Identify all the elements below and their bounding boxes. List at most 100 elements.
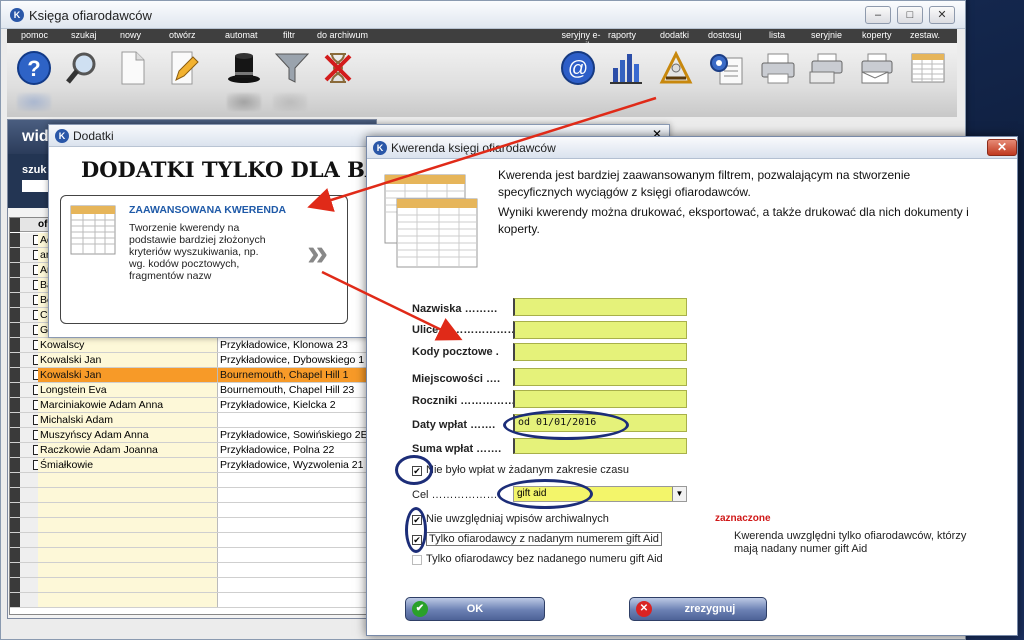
row-marker bbox=[10, 293, 20, 307]
row-address: Przykładowice, Sowińskiego 2E bbox=[218, 428, 370, 442]
addons-window-title: Dodatki bbox=[73, 129, 114, 143]
menu-szukaj[interactable]: szukaj bbox=[71, 29, 97, 42]
menu-automat[interactable]: automat bbox=[225, 29, 258, 42]
table-row-selected[interactable]: Kowalski Jan Bournemouth, Chapel Hill 1 bbox=[10, 368, 370, 383]
print-icon[interactable] bbox=[759, 49, 797, 87]
chevron-right-icon[interactable]: » bbox=[307, 232, 328, 275]
menu-lista[interactable]: lista bbox=[769, 29, 785, 42]
addons-tool-icon[interactable] bbox=[657, 49, 695, 87]
table-row[interactable]: Kowalscy Przykładowice, Klonowa 23 bbox=[10, 338, 370, 353]
advanced-query-card[interactable]: ZAAWANSOWANA KWERENDA Tworzenie kwerendy… bbox=[60, 195, 348, 324]
search-label: szuk bbox=[22, 164, 47, 176]
row-checkbox-cell bbox=[20, 233, 43, 247]
row-address: Bournemouth, Chapel Hill 1 bbox=[218, 368, 370, 382]
search-icon[interactable] bbox=[63, 49, 101, 87]
settings-icon[interactable] bbox=[707, 49, 745, 87]
menu-zestaw[interactable]: zestaw. bbox=[910, 29, 940, 42]
menu-koperty[interactable]: koperty bbox=[862, 29, 892, 42]
row-marker bbox=[10, 308, 20, 322]
svg-text:?: ? bbox=[27, 56, 40, 81]
row-address bbox=[218, 563, 370, 577]
table-row[interactable]: Marciniakowie Adam Anna Przykładowice, Ki… bbox=[10, 398, 370, 413]
row-marker bbox=[10, 338, 20, 352]
field-label-payment-sum: Suma wpłat ……. bbox=[412, 443, 502, 455]
row-marker bbox=[10, 278, 20, 292]
towns-input[interactable] bbox=[513, 368, 687, 386]
row-name: Muszyńscy Adam Anna bbox=[38, 428, 218, 442]
menu-dodatki[interactable]: dodatki bbox=[660, 29, 689, 42]
menu-seryjnie[interactable]: seryjnie bbox=[811, 29, 842, 42]
field-label-postcodes: Kody pocztowe . bbox=[412, 346, 499, 358]
help-icon[interactable]: ? bbox=[15, 49, 53, 87]
description-line: fragmentów nazw bbox=[129, 270, 212, 282]
surnames-input[interactable] bbox=[513, 298, 687, 316]
table-row-empty bbox=[10, 593, 370, 608]
exclude-archive-label: Nie uwzględniaj wpisów archiwalnych bbox=[426, 513, 609, 525]
hat-icon-reflection bbox=[227, 93, 261, 111]
row-checkbox-cell bbox=[20, 263, 43, 277]
print-batch-icon[interactable] bbox=[807, 49, 845, 87]
new-document-icon[interactable] bbox=[113, 49, 151, 87]
row-marker bbox=[10, 563, 20, 577]
table-row[interactable]: Michalski Adam bbox=[10, 413, 370, 428]
row-checkbox-cell bbox=[20, 518, 38, 532]
row-address: Bournemouth, Chapel Hill 23 bbox=[218, 383, 370, 397]
ok-button[interactable]: ✔ OK bbox=[405, 597, 545, 621]
table-row[interactable]: Muszyńscy Adam Anna Przykładowice, Sowińs… bbox=[10, 428, 370, 443]
row-address: Przykładowice, Wyzwolenia 21 bbox=[218, 458, 370, 472]
row-checkbox-cell bbox=[20, 548, 38, 562]
annotation-selected: zaznaczone bbox=[715, 513, 771, 524]
list-icon[interactable] bbox=[909, 49, 947, 87]
annotation-oval-checkbox bbox=[395, 455, 433, 485]
main-titlebar: K Księga ofiarodawców – □ ✕ bbox=[1, 1, 965, 29]
report-chart-icon[interactable] bbox=[607, 49, 645, 87]
addons-heading: DODATKI TYLKO DLA BARI bbox=[81, 157, 409, 182]
query-window-title: Kwerenda księgi ofiarodawców bbox=[391, 141, 556, 155]
menu-bar: pomoc szukaj nowy otwórz automat filtr d… bbox=[7, 29, 957, 50]
envelope-print-icon[interactable] bbox=[857, 49, 895, 87]
menu-pomoc[interactable]: pomoc bbox=[21, 29, 48, 42]
archive-icon[interactable] bbox=[319, 49, 357, 87]
menu-filtr[interactable]: filtr bbox=[283, 29, 295, 42]
cancel-button[interactable]: ✕ zrezygnuj bbox=[629, 597, 767, 621]
payment-sum-input[interactable] bbox=[513, 438, 687, 454]
streets-input[interactable] bbox=[513, 321, 687, 339]
table-row[interactable]: Raczkowie Adam Joanna Przykładowice, Poln… bbox=[10, 443, 370, 458]
menu-do-archiwum[interactable]: do archiwum bbox=[317, 29, 368, 42]
row-marker bbox=[10, 578, 20, 592]
table-row[interactable]: Kowalski Jan Przykładowice, Dybowskiego 1 bbox=[10, 353, 370, 368]
table-row[interactable]: Śmiałkowie Przykładowice, Wyzwolenia 21 bbox=[10, 458, 370, 473]
row-name bbox=[38, 533, 218, 547]
row-address: Przykładowice, Dybowskiego 1 bbox=[218, 353, 370, 367]
row-marker bbox=[10, 248, 20, 262]
table-row-empty bbox=[10, 563, 370, 578]
years-input[interactable] bbox=[513, 390, 687, 408]
menu-nowy[interactable]: nowy bbox=[120, 29, 141, 42]
goal-label: Cel ……………… bbox=[412, 489, 498, 501]
query-intro-1: Kwerenda jest bardziej zaawansowanym fil… bbox=[498, 168, 911, 199]
row-marker bbox=[10, 443, 20, 457]
menu-dostosuj[interactable]: dostosuj bbox=[708, 29, 742, 42]
email-icon[interactable]: @ bbox=[559, 49, 597, 87]
edit-icon[interactable] bbox=[163, 49, 201, 87]
magic-hat-icon[interactable] bbox=[225, 49, 263, 87]
row-marker bbox=[10, 518, 20, 532]
maximize-button[interactable]: □ bbox=[897, 6, 923, 24]
postcodes-input[interactable] bbox=[513, 343, 687, 361]
advanced-query-description: Tworzenie kwerendy na podstawie bardziej… bbox=[129, 222, 266, 282]
row-marker bbox=[10, 368, 20, 382]
query-close-button[interactable]: ✕ bbox=[987, 139, 1017, 156]
close-button[interactable]: ✕ bbox=[929, 6, 955, 24]
menu-raporty[interactable]: raporty bbox=[608, 29, 636, 42]
menu-otworz[interactable]: otwórz bbox=[169, 29, 196, 42]
table-row[interactable]: Longstein Eva Bournemouth, Chapel Hill 23 bbox=[10, 383, 370, 398]
row-address: Przykładowice, Kielcka 2 bbox=[218, 398, 370, 412]
description-line: Tworzenie kwerendy na bbox=[129, 222, 240, 234]
chevron-down-icon[interactable]: ▼ bbox=[672, 487, 686, 501]
query-window-icon: K bbox=[373, 141, 387, 155]
without-giftaid-checkbox[interactable] bbox=[412, 555, 422, 565]
row-checkbox-cell bbox=[20, 368, 43, 382]
filter-funnel-icon[interactable] bbox=[273, 49, 311, 87]
row-checkbox-cell bbox=[20, 308, 43, 322]
minimize-button[interactable]: – bbox=[865, 6, 891, 24]
